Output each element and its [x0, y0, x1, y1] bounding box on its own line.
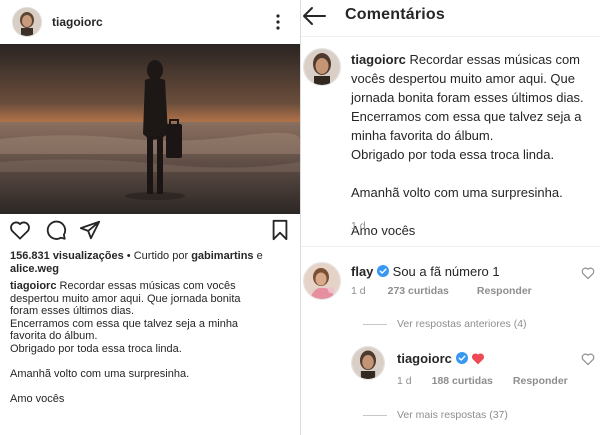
replies-line [363, 414, 387, 416]
view-previous-replies[interactable]: Ver respostas anteriores (4) [363, 318, 527, 330]
post-author-avatar[interactable] [12, 7, 42, 37]
flay-comment-body: Sou a fã número 1 [392, 264, 500, 279]
post-panel: tiagoiorc 156.831 visualizações • Curtid… [0, 0, 300, 435]
main-comment-line: Obrigado por toda essa troca linda. [351, 147, 555, 162]
flay-comment-text: flay Sou a fã número 1 [351, 262, 596, 281]
flay-reply-button[interactable]: Responder [477, 285, 532, 297]
liked-by-and: e [253, 250, 263, 262]
replies-line [363, 323, 387, 325]
liked-by-user-2[interactable]: alice.weg [10, 263, 59, 275]
main-comment-line: minha favorita do álbum. [351, 128, 494, 143]
post-caption: tiagoiorc Recordar essas músicas com voc… [10, 280, 295, 406]
comment-icon[interactable] [44, 218, 68, 242]
main-comment-meta: 1 d [351, 220, 366, 232]
post-actions-bar [0, 218, 300, 246]
flay-username[interactable]: flay [351, 264, 373, 279]
main-comment-time: 1 d [351, 220, 366, 232]
back-arrow-icon[interactable] [301, 4, 327, 28]
reply-comment-likes[interactable]: 188 curtidas [432, 375, 493, 387]
main-comment-line: jornada bonita foram esses últimos dias. [351, 90, 584, 105]
caption-line: despertou muito amor aqui. Que jornada b… [10, 292, 241, 305]
comments-top-bar: Comentários [301, 0, 600, 34]
save-bookmark-icon[interactable] [268, 218, 292, 242]
comment-divider [301, 246, 600, 247]
main-comment-spacer [351, 202, 596, 221]
post-header: tiagoiorc [0, 0, 300, 44]
caption-username[interactable]: tiagoiorc [10, 280, 56, 292]
flay-comment-time: 1 d [351, 285, 366, 297]
top-divider [301, 36, 600, 37]
caption-line: Encerramos com essa que talvez seja a mi… [10, 317, 239, 330]
more-options-icon[interactable] [268, 12, 288, 32]
caption-line: Recordar essas músicas com vocês [56, 280, 236, 292]
main-comment-avatar[interactable] [303, 48, 341, 86]
flay-comment-meta: 1 d 273 curtidas Responder [351, 285, 532, 297]
flay-comment-likes[interactable]: 273 curtidas [388, 285, 449, 297]
main-comment-line: Amanhã volto com uma surpresinha. [351, 185, 563, 200]
reply-username[interactable]: tiagoiorc [397, 351, 452, 366]
main-comment-username[interactable]: tiagoiorc [351, 52, 406, 67]
flay-avatar[interactable] [303, 262, 341, 300]
liked-by-text: • Curtido por [123, 250, 192, 262]
caption-line: foram esses últimos dias. [10, 305, 135, 318]
verified-badge-icon [455, 352, 468, 364]
view-previous-replies-label: Ver respostas anteriores (4) [397, 318, 527, 330]
reply-comment-time: 1 d [397, 375, 412, 387]
liked-by-user-1[interactable]: gabimartins [191, 250, 253, 262]
main-comment-line: vocês despertou muito amor aqui. Que [351, 71, 576, 86]
comments-title: Comentários [345, 6, 445, 23]
reply-reply-button[interactable]: Responder [513, 375, 568, 387]
like-icon[interactable] [8, 218, 32, 242]
main-comment-line: Recordar essas músicas com [405, 52, 581, 67]
caption-line: Amanhã volto com uma surpresinha. [10, 368, 190, 381]
reply-comment-meta: 1 d 188 curtidas Responder [397, 375, 568, 387]
red-heart-emoji-icon [472, 353, 485, 365]
reply-author-avatar[interactable] [351, 346, 385, 380]
views-count[interactable]: 156.831 visualizações [10, 250, 124, 262]
like-reply-icon[interactable] [581, 352, 595, 366]
main-comment-spacer [351, 164, 596, 183]
reply-comment-text: tiagoiorc [397, 349, 587, 368]
caption-line: Amo vocês [10, 393, 65, 406]
views-and-likes: 156.831 visualizações • Curtido por gabi… [10, 250, 296, 276]
verified-badge-icon [377, 265, 390, 277]
caption-line: favorita do álbum. [10, 330, 98, 343]
share-icon[interactable] [78, 218, 102, 242]
post-video-thumbnail[interactable] [0, 44, 300, 214]
main-comment-line: Encerramos com essa que talvez seja a [351, 109, 582, 124]
view-more-replies-label: Ver mais respostas (37) [397, 409, 508, 421]
view-more-replies[interactable]: Ver mais respostas (37) [363, 409, 508, 421]
main-comment-text: tiagoiorc Recordar essas músicas com voc… [351, 50, 596, 240]
like-comment-icon[interactable] [581, 266, 595, 280]
caption-line: Obrigado por toda essa troca linda. [10, 342, 182, 355]
post-author-username[interactable]: tiagoiorc [52, 15, 103, 29]
main-comment-line: Amo vocês [351, 223, 416, 238]
comments-panel: Comentários tiagoiorc Recordar essas mús… [301, 0, 600, 435]
